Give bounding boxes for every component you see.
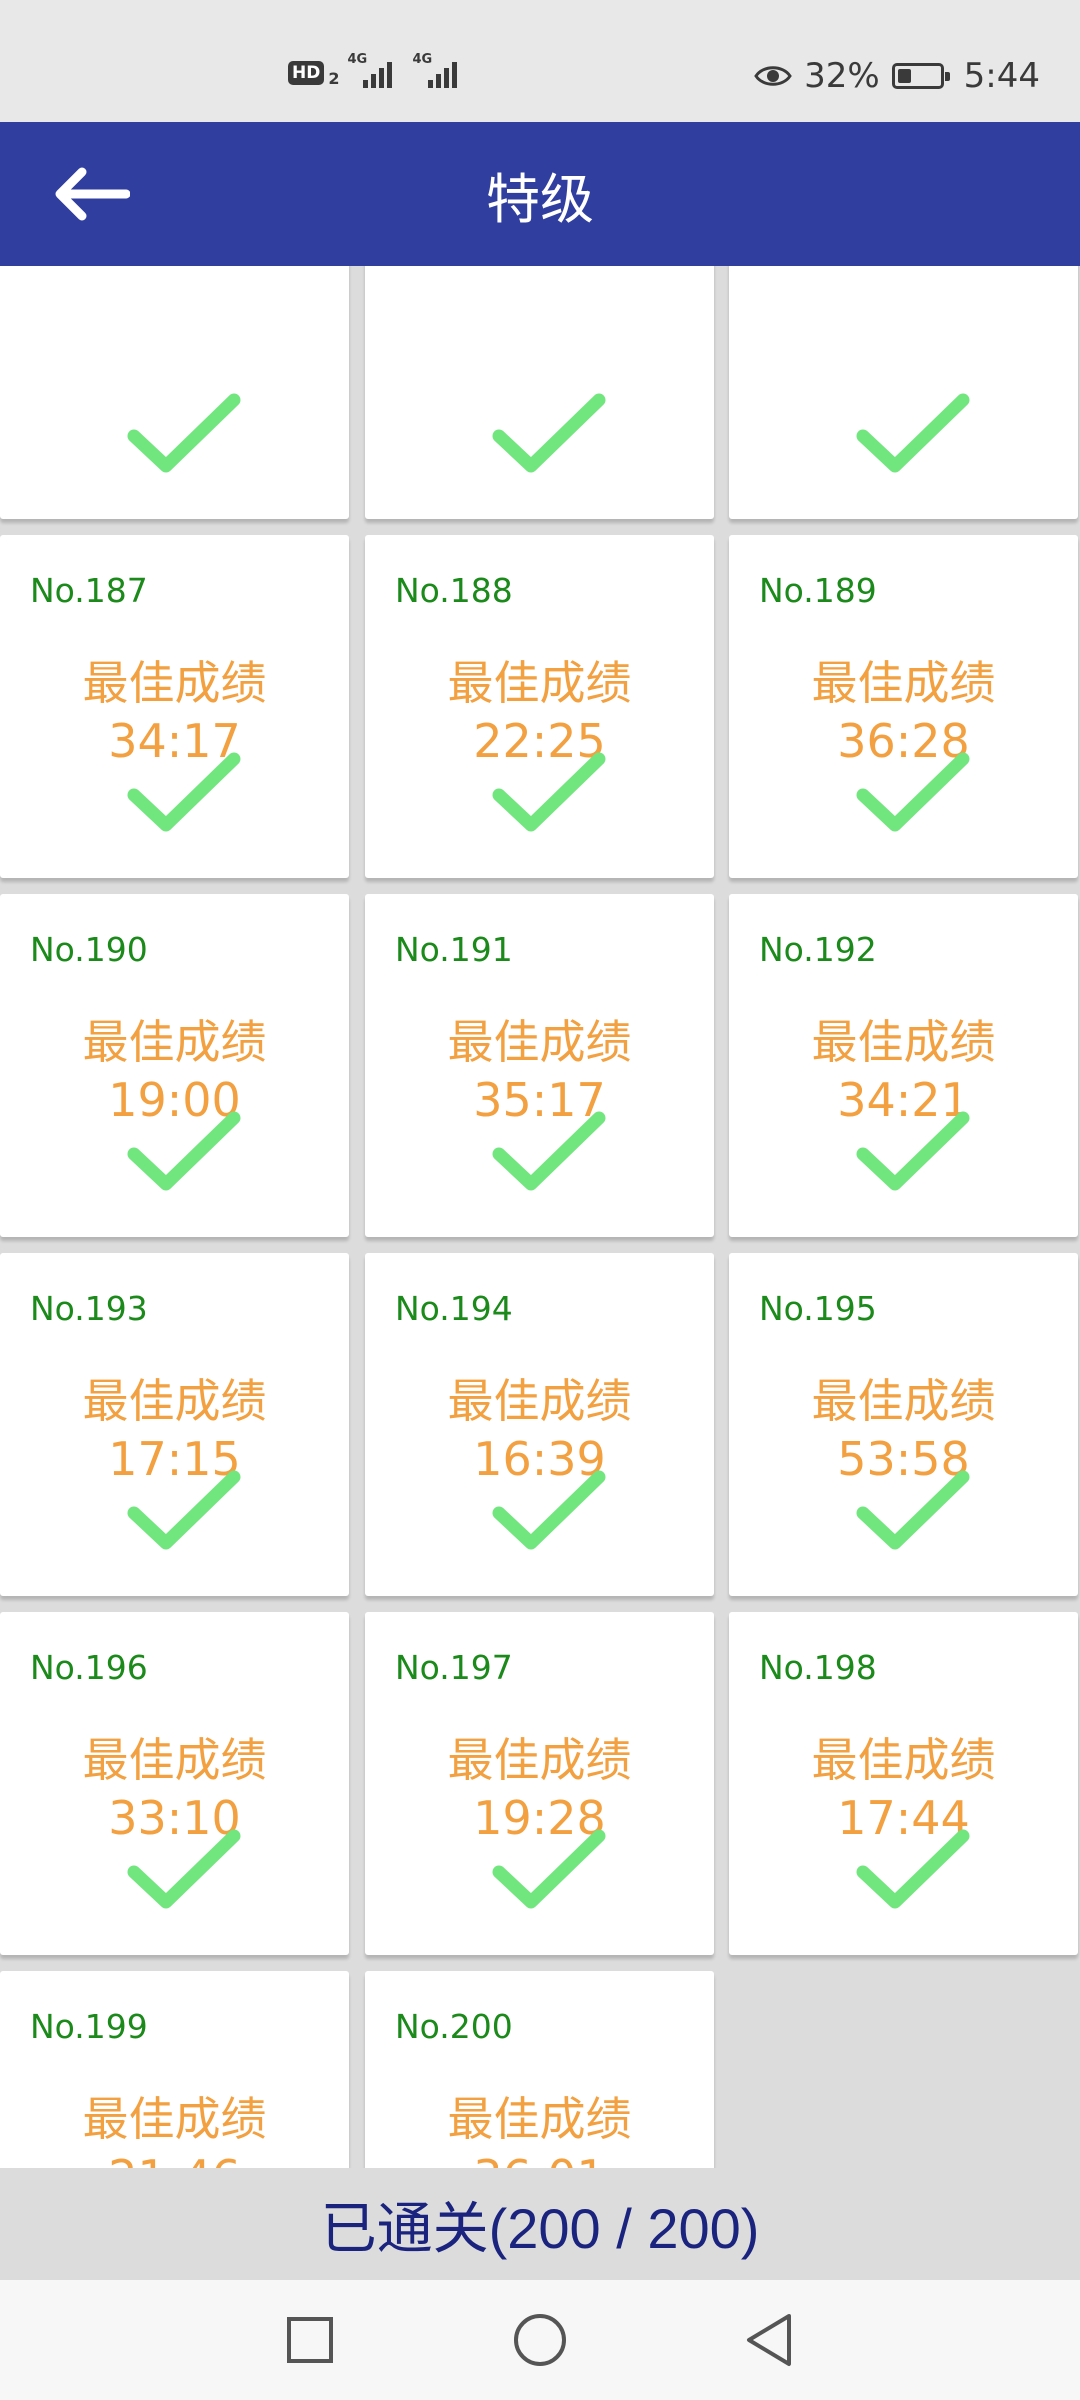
back-button[interactable] <box>40 152 140 236</box>
level-number: No.187 <box>30 571 148 610</box>
level-card[interactable]: No.191 最佳成绩 35:17 <box>365 894 714 1237</box>
checkmark-icon <box>492 1829 606 1909</box>
app-bar: 特级 <box>0 122 1080 266</box>
level-number: No.196 <box>30 1648 148 1687</box>
home-button[interactable] <box>500 2300 580 2380</box>
status-bar: HD 2 4G 4G 32% 5:44 <box>0 0 1080 122</box>
level-number: No.194 <box>395 1289 513 1328</box>
level-card[interactable]: No.192 最佳成绩 34:21 <box>729 894 1078 1237</box>
checkmark-icon <box>127 1470 241 1550</box>
level-number: No.199 <box>30 2007 148 2046</box>
level-card[interactable] <box>365 266 714 519</box>
level-number: No.188 <box>395 571 513 610</box>
network-type-2: 4G <box>412 52 433 67</box>
level-card[interactable]: No.196 最佳成绩 33:10 <box>0 1612 349 1955</box>
best-score-label: 最佳成绩 <box>447 1015 632 1069</box>
system-nav-bar <box>0 2280 1080 2400</box>
level-card[interactable] <box>0 266 349 519</box>
level-card[interactable]: No.190 最佳成绩 19:00 <box>0 894 349 1237</box>
checkmark-icon <box>127 752 241 832</box>
signal-icon-1: 4G <box>347 52 393 88</box>
checkmark-icon <box>856 393 970 473</box>
nav-back-button[interactable] <box>730 2300 810 2380</box>
best-score-label: 最佳成绩 <box>447 1374 632 1428</box>
best-score-label: 最佳成绩 <box>811 656 996 710</box>
best-score-time: 21:46 <box>0 2149 349 2168</box>
battery-percent: 32% <box>804 56 880 96</box>
level-number: No.198 <box>759 1648 877 1687</box>
checkmark-icon <box>127 1829 241 1909</box>
recents-button[interactable] <box>270 2300 350 2380</box>
level-card[interactable] <box>729 266 1078 519</box>
checkmark-icon <box>492 393 606 473</box>
level-card[interactable]: No.199 最佳成绩 21:46 <box>0 1971 349 2168</box>
checkmark-icon <box>492 1111 606 1191</box>
level-card[interactable]: No.197 最佳成绩 19:28 <box>365 1612 714 1955</box>
checkmark-icon <box>127 393 241 473</box>
level-grid: No.187 最佳成绩 34:17 No.188 最佳成绩 22:25 No.189 最佳成绩… <box>0 266 1080 2168</box>
checkmark-icon <box>127 1111 241 1191</box>
level-number: No.192 <box>759 930 877 969</box>
best-score-label: 最佳成绩 <box>811 1374 996 1428</box>
level-number: No.190 <box>30 930 148 969</box>
level-card[interactable]: No.193 最佳成绩 17:15 <box>0 1253 349 1596</box>
best-score-label: 最佳成绩 <box>811 1015 996 1069</box>
best-score-label: 最佳成绩 <box>82 1733 267 1787</box>
checkmark-icon <box>856 1829 970 1909</box>
level-card[interactable]: No.188 最佳成绩 22:25 <box>365 535 714 878</box>
level-card[interactable]: No.198 最佳成绩 17:44 <box>729 1612 1078 1955</box>
level-number: No.197 <box>395 1648 513 1687</box>
square-icon <box>287 2317 333 2363</box>
signal-icon-2: 4G <box>412 52 458 88</box>
level-number: No.191 <box>395 930 513 969</box>
level-number: No.193 <box>30 1289 148 1328</box>
best-score-time: 36:01 <box>365 2149 714 2168</box>
clock: 5:44 <box>963 56 1040 96</box>
level-card[interactable]: No.194 最佳成绩 16:39 <box>365 1253 714 1596</box>
level-number: No.200 <box>395 2007 513 2046</box>
best-score-label: 最佳成绩 <box>447 1733 632 1787</box>
status-icons-left: HD 2 4G 4G <box>288 52 458 88</box>
checkmark-icon <box>492 1470 606 1550</box>
hd-voice-sim-label: 2 <box>328 68 340 88</box>
checkmark-icon <box>856 1111 970 1191</box>
level-card[interactable]: No.187 最佳成绩 34:17 <box>0 535 349 878</box>
battery-icon <box>891 63 950 89</box>
level-card[interactable]: No.195 最佳成绩 53:58 <box>729 1253 1078 1596</box>
progress-text: 已通关(200 / 200) <box>320 2196 760 2260</box>
level-number: No.189 <box>759 571 877 610</box>
eye-comfort-icon <box>754 66 792 86</box>
network-type-1: 4G <box>347 52 368 67</box>
checkmark-icon <box>856 1470 970 1550</box>
arrow-left-icon <box>55 167 130 221</box>
level-card[interactable]: No.189 最佳成绩 36:28 <box>729 535 1078 878</box>
best-score-label: 最佳成绩 <box>82 656 267 710</box>
best-score-label: 最佳成绩 <box>447 2092 632 2146</box>
page-title: 特级 <box>486 167 594 231</box>
circle-icon <box>514 2314 566 2366</box>
best-score-label: 最佳成绩 <box>82 1015 267 1069</box>
best-score-label: 最佳成绩 <box>811 1733 996 1787</box>
level-number: No.195 <box>759 1289 877 1328</box>
hd-voice-icon: HD <box>288 61 325 85</box>
best-score-label: 最佳成绩 <box>82 1374 267 1428</box>
checkmark-icon <box>492 752 606 832</box>
best-score-label: 最佳成绩 <box>82 2092 267 2146</box>
level-card[interactable]: No.200 最佳成绩 36:01 <box>365 1971 714 2168</box>
checkmark-icon <box>856 752 970 832</box>
status-icons-right: 32% 5:44 <box>754 56 1040 96</box>
best-score-label: 最佳成绩 <box>447 656 632 710</box>
triangle-back-icon <box>747 2314 791 2366</box>
